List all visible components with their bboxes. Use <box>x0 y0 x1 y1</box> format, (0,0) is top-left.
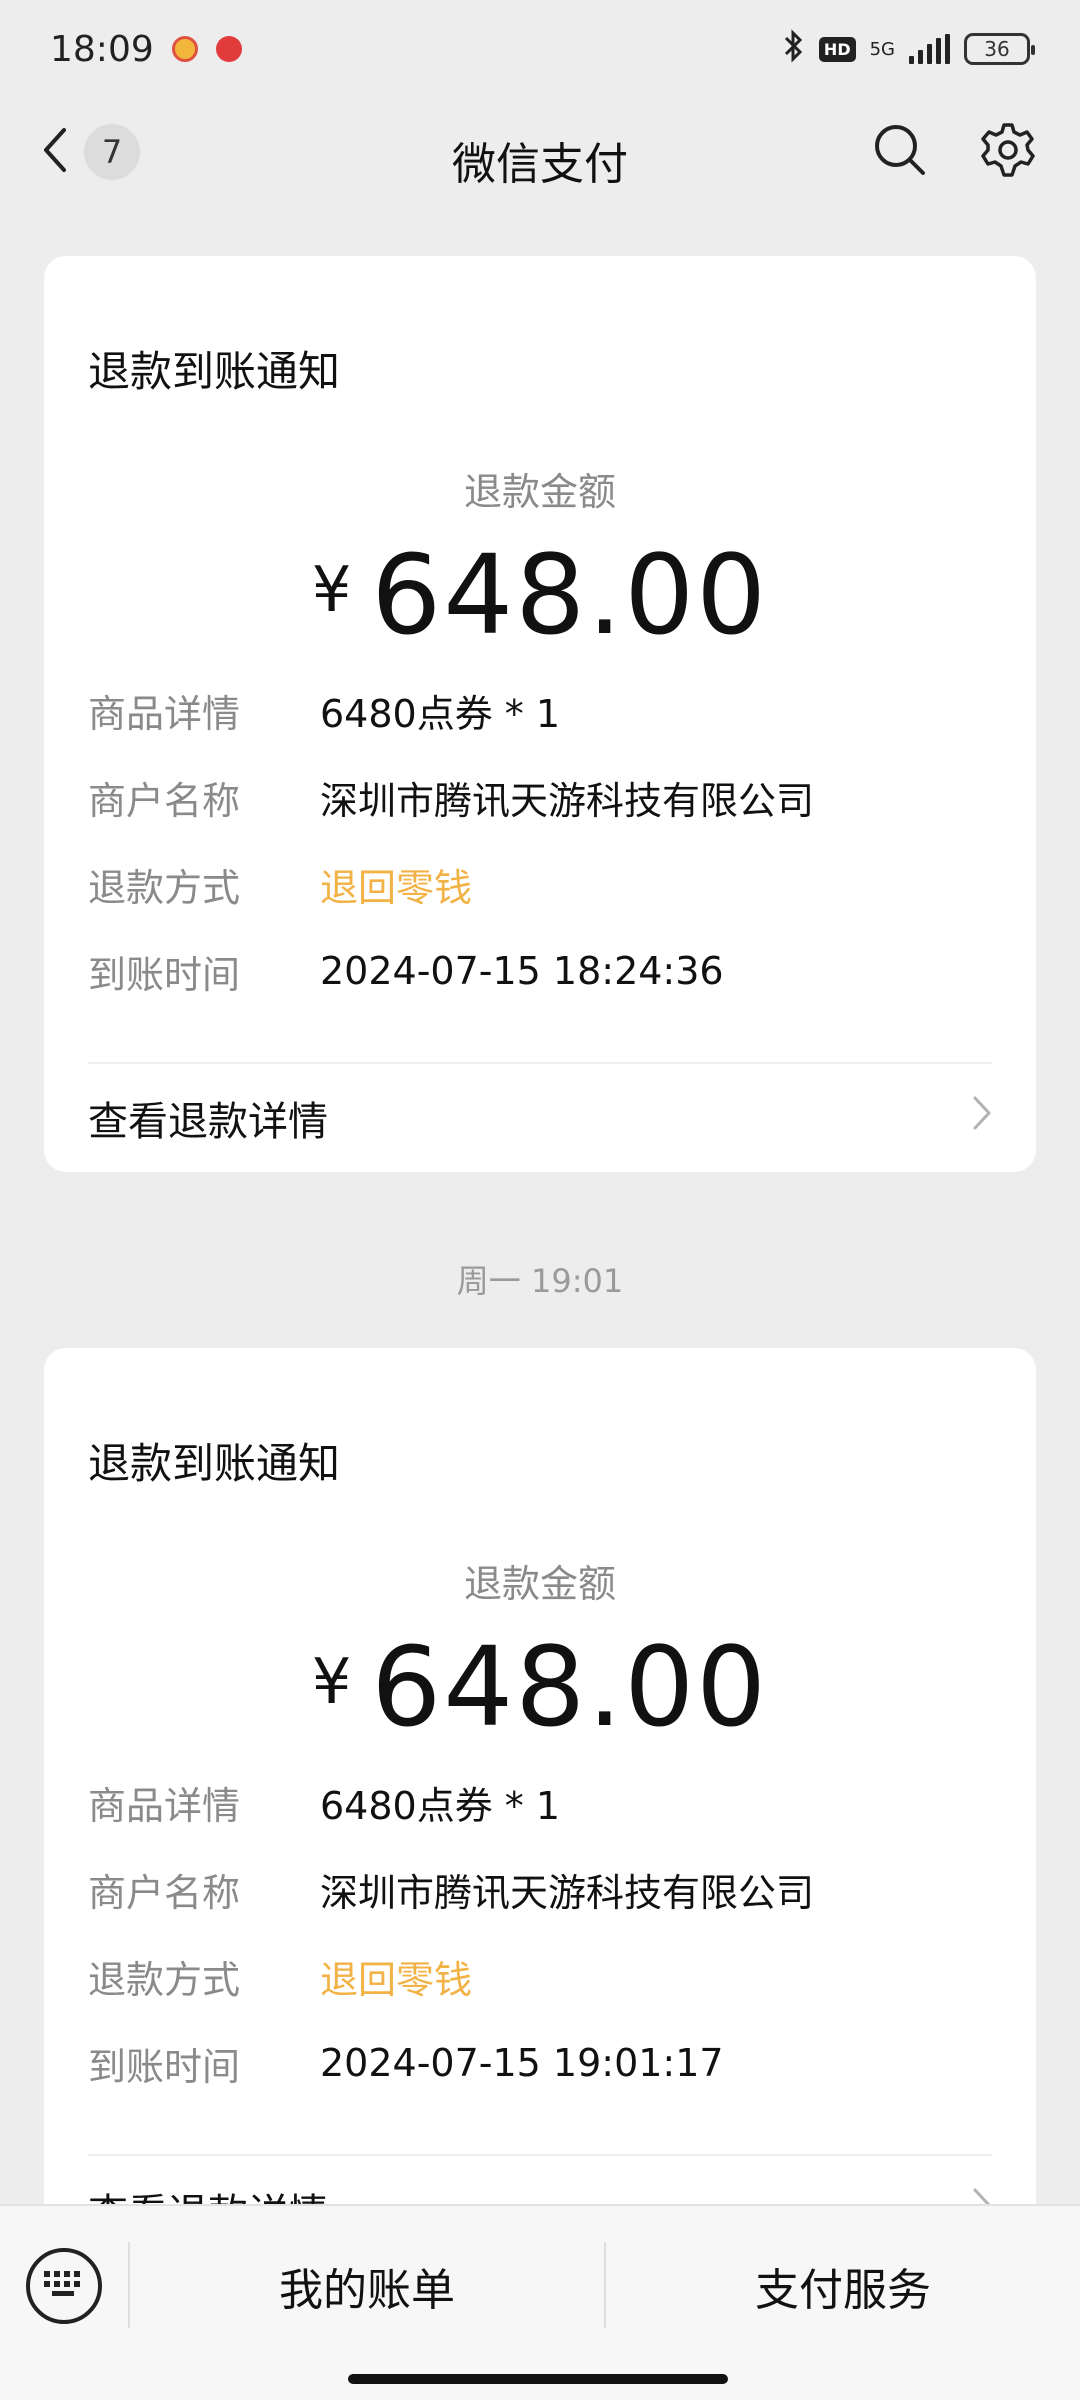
amount-label: 退款金额 <box>463 1562 616 1606</box>
detail-value: 退回零钱 <box>320 1957 473 2002</box>
menu-my-bills[interactable]: 我的账单 <box>130 2248 604 2324</box>
detail-key: 退款方式 <box>88 1957 241 2002</box>
menu-label: 我的账单 <box>279 2265 455 2316</box>
link-label: 查看退款详情 <box>88 1099 328 1145</box>
status-bar: 18:09 HD 5G 36 <box>0 0 1080 98</box>
view-refund-details-link[interactable]: 查看退款详情 <box>88 1078 992 1158</box>
refund-notice-card[interactable]: 退款到账通知 退款金额 ¥ 648.00 商品详情 6480点券 * 1 商户名… <box>44 256 1036 1172</box>
refund-amount: ¥ 648.00 <box>44 531 1036 659</box>
detail-key: 商品详情 <box>88 691 241 736</box>
keyboard-icon <box>42 2269 86 2303</box>
card-title: 退款到账通知 <box>88 1439 341 1488</box>
divider <box>88 1062 992 1064</box>
amount-value: 648.00 <box>371 531 769 659</box>
menu-label: 支付服务 <box>755 2265 931 2316</box>
detail-key: 到账时间 <box>88 952 241 997</box>
amount-value: 648.00 <box>371 1623 769 1751</box>
detail-key: 商户名称 <box>88 778 241 823</box>
detail-row-arrival-time: 到账时间 2024-07-15 18:24:36 <box>88 941 724 1001</box>
settings-button[interactable] <box>976 116 1040 188</box>
nav-bar: 7 微信支付 <box>0 98 1080 208</box>
home-indicator[interactable] <box>348 2374 728 2384</box>
detail-value: 6480点券 * 1 <box>320 1783 561 1828</box>
bluetooth-icon <box>783 28 805 70</box>
battery-icon: 36 <box>964 33 1035 65</box>
detail-value: 6480点券 * 1 <box>320 691 561 736</box>
gear-icon <box>979 121 1037 183</box>
search-icon <box>872 122 928 182</box>
detail-row-merchant: 商户名称 深圳市腾讯天游科技有限公司 <box>88 767 814 827</box>
status-left: 18:09 <box>50 29 242 70</box>
detail-value: 深圳市腾讯天游科技有限公司 <box>320 778 815 823</box>
divider <box>88 2154 992 2156</box>
detail-value: 退回零钱 <box>320 865 473 910</box>
detail-row-refund-method: 退款方式 退回零钱 <box>88 854 472 914</box>
refund-amount: ¥ 648.00 <box>44 1623 1036 1751</box>
detail-row-product: 商品详情 6480点券 * 1 <box>88 1772 560 1832</box>
bottom-menu-bar: 我的账单 支付服务 <box>0 2204 1080 2400</box>
detail-row-arrival-time: 到账时间 2024-07-15 19:01:17 <box>88 2033 724 2093</box>
detail-row-product: 商品详情 6480点券 * 1 <box>88 680 560 740</box>
detail-value: 深圳市腾讯天游科技有限公司 <box>320 1870 815 1915</box>
amount-label: 退款金额 <box>463 470 616 514</box>
detail-key: 到账时间 <box>88 2044 241 2089</box>
status-time: 18:09 <box>50 28 154 70</box>
nav-actions <box>868 116 1040 188</box>
app-notification-icon <box>171 36 198 62</box>
detail-value: 2024-07-15 18:24:36 <box>320 949 724 993</box>
keyboard-toggle-button[interactable] <box>26 2248 102 2324</box>
status-right: HD 5G 36 <box>783 28 1035 70</box>
battery-level: 36 <box>984 37 1010 61</box>
app-notification-icon <box>215 36 242 62</box>
card-title: 退款到账通知 <box>88 347 341 396</box>
detail-key: 商品详情 <box>88 1783 241 1828</box>
signal-icon <box>909 34 950 64</box>
search-button[interactable] <box>868 116 932 188</box>
currency-symbol: ¥ <box>311 553 354 626</box>
detail-key: 商户名称 <box>88 1870 241 1915</box>
detail-value: 2024-07-15 19:01:17 <box>320 2041 724 2085</box>
refund-notice-card[interactable]: 退款到账通知 退款金额 ¥ 648.00 商品详情 6480点券 * 1 商户名… <box>44 1348 1036 2264</box>
message-timestamp: 周一 19:01 <box>456 1262 624 1300</box>
network-type: 5G <box>869 38 895 60</box>
currency-symbol: ¥ <box>311 1645 354 1718</box>
hd-badge: HD <box>818 36 856 62</box>
detail-row-merchant: 商户名称 深圳市腾讯天游科技有限公司 <box>88 1859 814 1919</box>
chevron-right-icon <box>972 1095 992 1141</box>
detail-row-refund-method: 退款方式 退回零钱 <box>88 1946 472 2006</box>
detail-key: 退款方式 <box>88 865 241 910</box>
menu-payment-services[interactable]: 支付服务 <box>606 2248 1080 2324</box>
